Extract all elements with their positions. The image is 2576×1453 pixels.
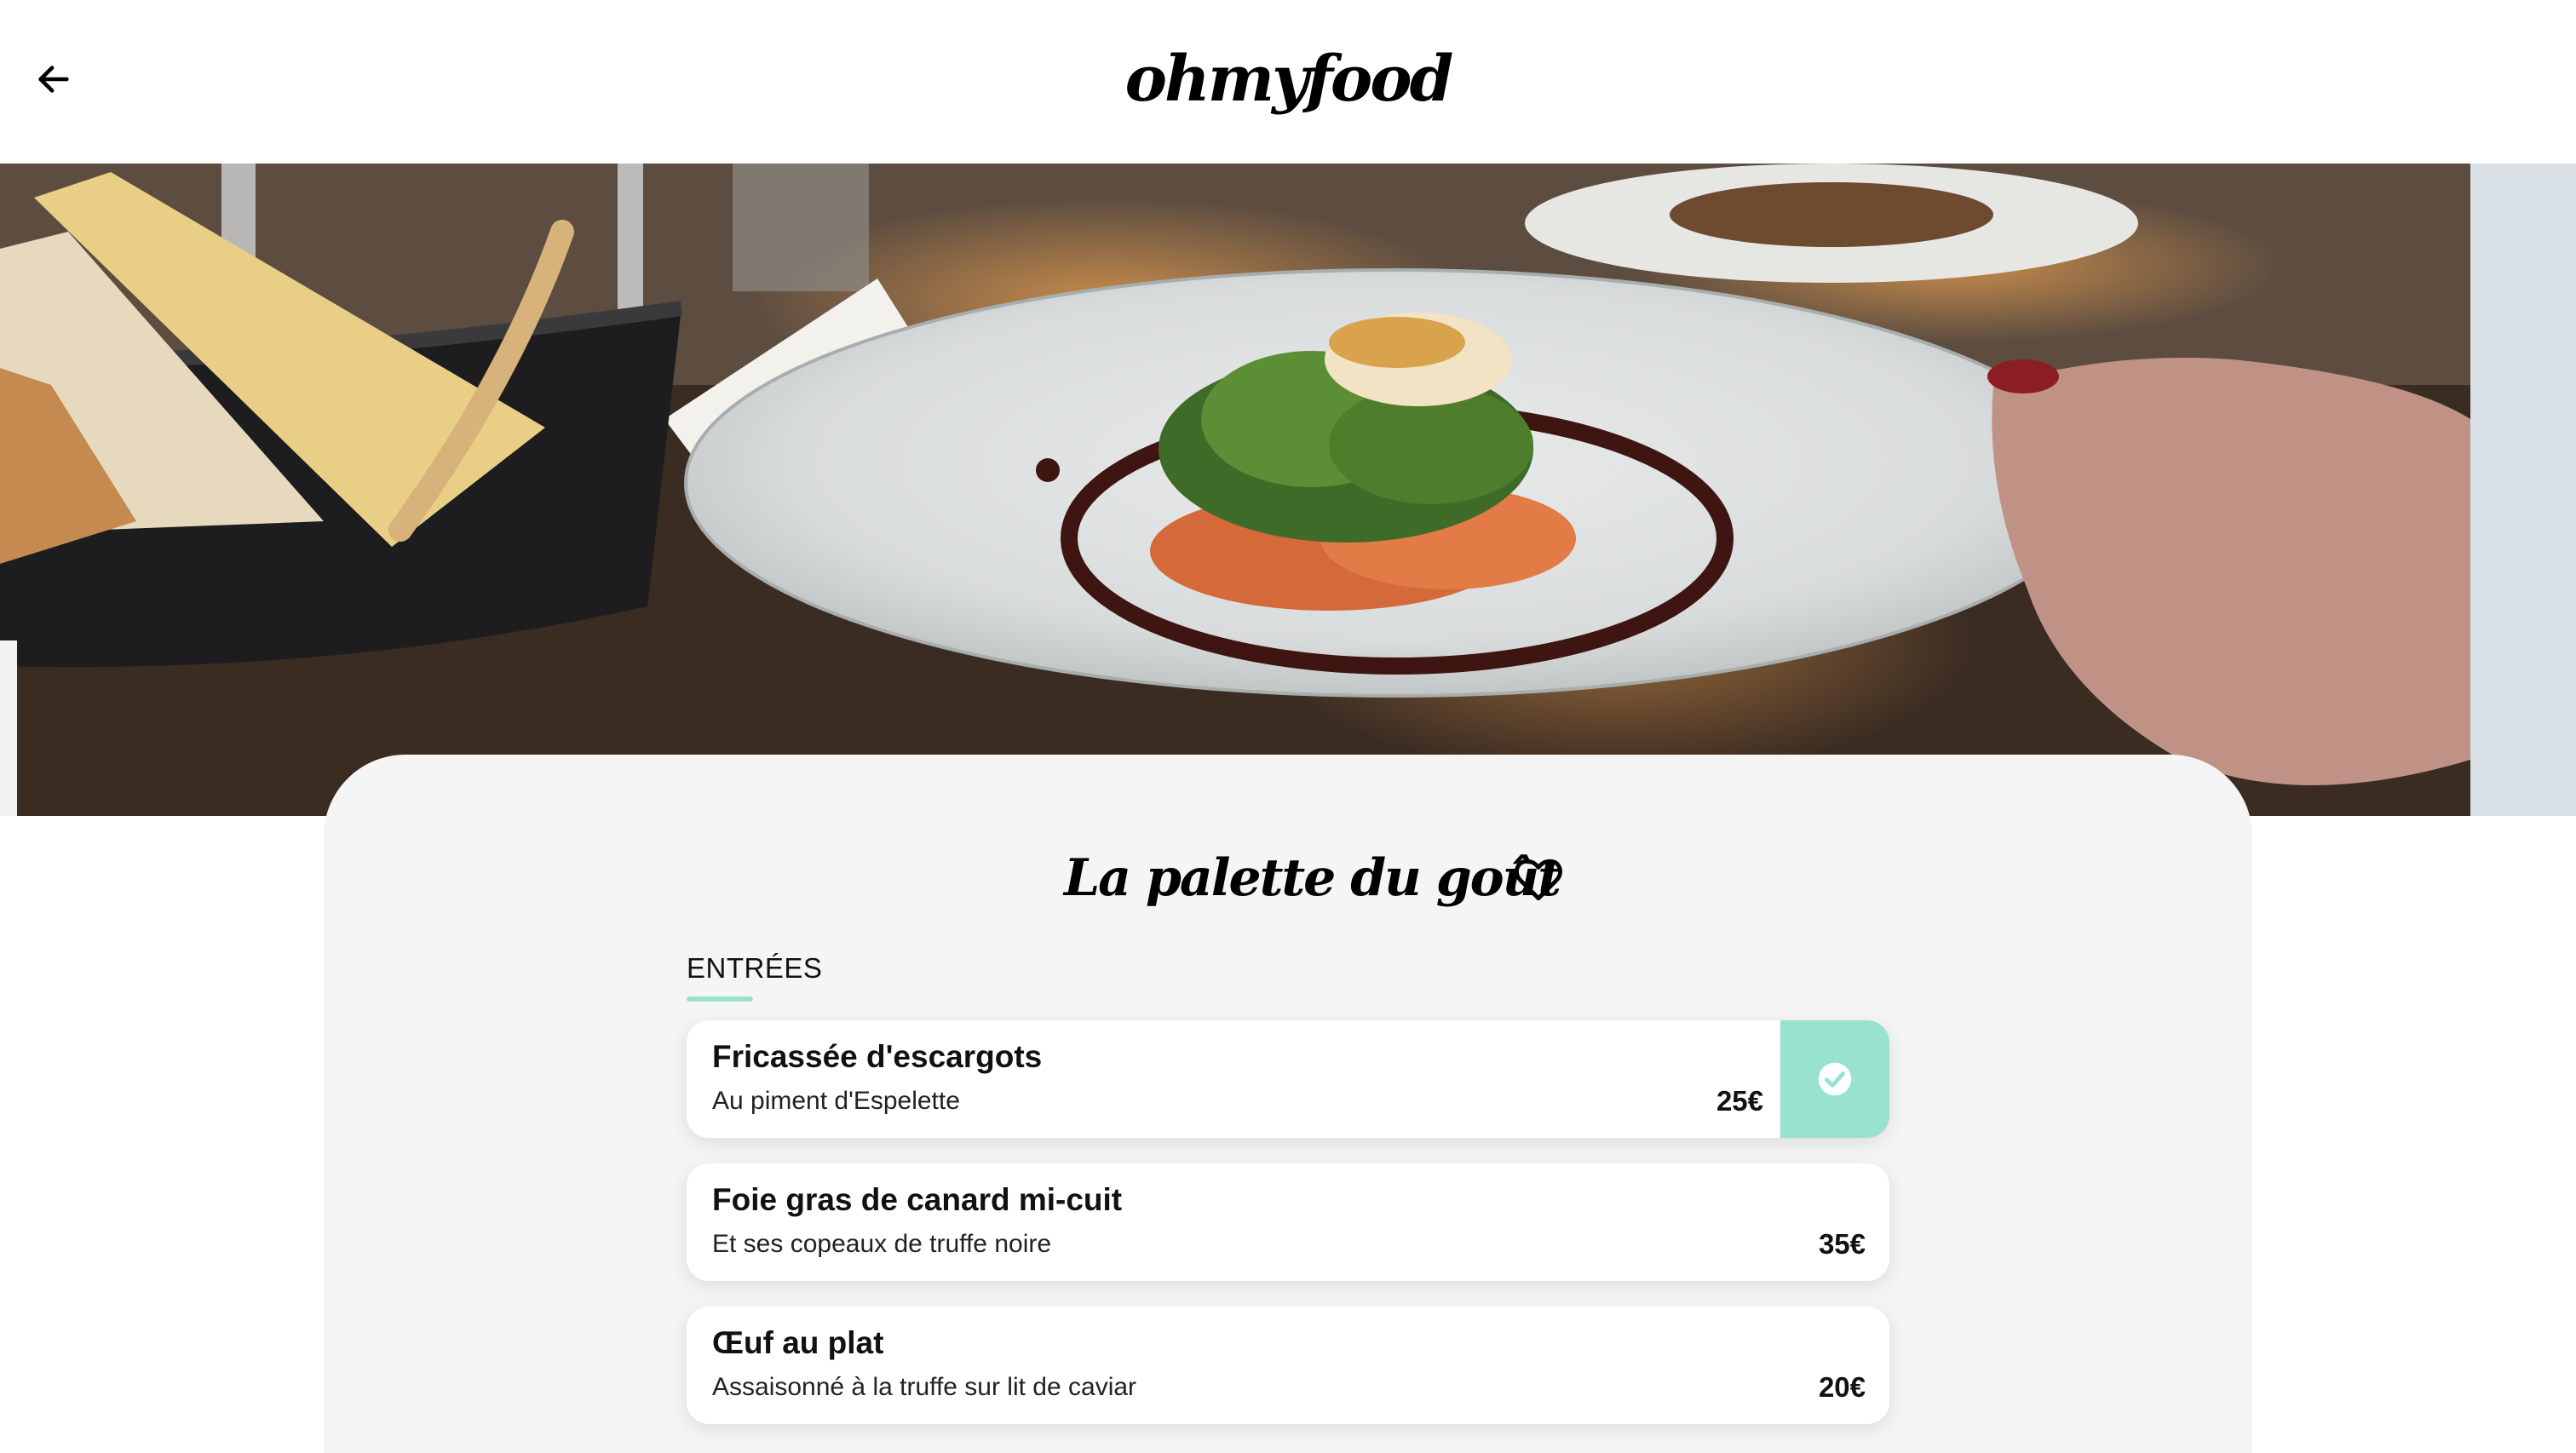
hero-image — [0, 164, 2576, 816]
favorite-button[interactable] — [1506, 850, 1571, 910]
section-underline — [687, 996, 753, 1002]
menu-item[interactable]: Fricassée d'escargots Au piment d'Espele… — [687, 1020, 1889, 1138]
dish-price: 35€ — [1818, 1228, 1866, 1260]
arrow-left-icon — [38, 66, 69, 93]
section-heading-entrees: ENTRÉES — [687, 952, 823, 984]
dish-description: Assaisonné à la truffe sur lit de caviar — [712, 1373, 1137, 1401]
selected-indicator[interactable] — [1780, 1020, 1889, 1138]
back-button[interactable] — [26, 51, 82, 107]
dish-price: 25€ — [1716, 1085, 1763, 1117]
dish-name: Fricassée d'escargots — [712, 1039, 1043, 1074]
dish-description: Au piment d'Espelette — [712, 1087, 960, 1115]
menu-item[interactable]: Œuf au plat Assaisonné à la truffe sur l… — [687, 1307, 1889, 1424]
dish-name: Œuf au plat — [712, 1325, 884, 1360]
dish-description: Et ses copeaux de truffe noire — [712, 1230, 1052, 1258]
restaurant-menu-card: La palette du goût ENTRÉES Fricassée d'e… — [324, 755, 2252, 1453]
ohmyfood-logo[interactable]: ohmyfood — [1118, 32, 1458, 126]
menu-list: Fricassée d'escargots Au piment d'Espele… — [687, 1020, 1889, 1450]
title-row: La palette du goût — [324, 831, 2252, 925]
menu-item[interactable]: Foie gras de canard mi-cuit Et ses copea… — [687, 1163, 1889, 1281]
dish-name: Foie gras de canard mi-cuit — [712, 1182, 1123, 1217]
heart-outline-icon — [1515, 859, 1562, 901]
top-header: ohmyfood — [0, 0, 2576, 164]
plated-dish-photo — [0, 164, 2576, 816]
check-circle-icon — [1818, 1062, 1852, 1096]
dish-price: 20€ — [1818, 1371, 1866, 1403]
